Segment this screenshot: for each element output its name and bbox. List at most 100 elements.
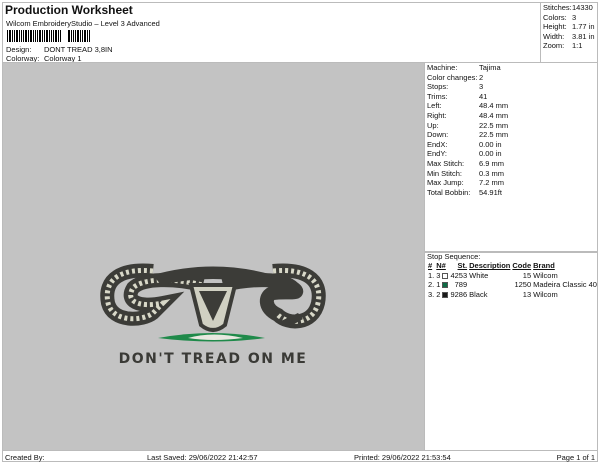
barcode-bar <box>21 30 22 42</box>
color-swatch <box>442 291 449 298</box>
stat-key: Colors: <box>543 12 567 22</box>
detail-value: 0.00 in <box>479 139 502 149</box>
stat-value: 14330 <box>572 3 593 12</box>
barcode-bar <box>46 30 48 42</box>
thread-brand: Wilcom <box>533 270 558 280</box>
detail-row: Right: 48.4 mm <box>425 111 598 121</box>
thread-code: 15 <box>522 270 532 280</box>
stat-key: Width: <box>543 31 565 41</box>
thread-brand: Madeira Classic 40 <box>533 280 597 290</box>
barcode-bar <box>23 30 24 42</box>
stop-index: 3. <box>428 289 435 299</box>
detail-value: 6.9 mm <box>479 158 505 168</box>
divider <box>424 252 598 253</box>
barcode-bar <box>30 30 32 42</box>
barcode-bar <box>75 30 76 42</box>
barcode-bar <box>39 30 41 42</box>
barcode-bar <box>7 30 8 42</box>
detail-key: Right: <box>427 110 447 120</box>
table-header: # N# St. Description Code Brand <box>427 261 598 271</box>
color-swatch <box>442 282 449 289</box>
barcode-bar <box>89 30 90 42</box>
barcode-bar <box>9 30 11 42</box>
detail-row: Max Jump: 7.2 mm <box>425 178 598 188</box>
software-name: Wilcom EmbroideryStudio – Level 3 Advanc… <box>6 19 160 28</box>
color-swatch-cell <box>441 280 449 290</box>
design-text: DON'T TREAD ON ME <box>119 351 308 367</box>
detail-key: Total Bobbin: <box>427 187 471 197</box>
barcode-bar <box>37 30 38 42</box>
thread-code: 13 <box>522 289 532 299</box>
stat-row: Zoom: 1:1 <box>541 41 598 51</box>
detail-value: 22.5 mm <box>479 130 509 140</box>
printed-date: Printed: 29/06/2022 21:53:54 <box>354 453 451 462</box>
stop-index: 1. <box>428 270 435 280</box>
color-swatch-cell <box>441 290 449 300</box>
detail-key: Max Jump: <box>427 178 464 188</box>
detail-row: Max Stitch: 6.9 mm <box>425 159 598 169</box>
detail-row: Down: 22.5 mm <box>425 130 598 140</box>
detail-value: Tajima <box>479 63 501 72</box>
barcode-bar <box>71 30 72 42</box>
detail-key: Up: <box>427 120 439 130</box>
detail-value: 0.00 in <box>479 149 502 159</box>
detail-key: Trims: <box>427 91 448 101</box>
details-panel: Machine: Tajima Color changes: 2 Stops: 3 Trim… <box>424 63 598 450</box>
detail-value: 48.4 mm <box>479 110 509 120</box>
design-row: Design: DONT TREAD 3,8IN <box>6 45 113 54</box>
detail-row: EndX: 0.00 in <box>425 140 598 150</box>
stop-index: 2. <box>428 280 435 290</box>
barcode-bar <box>87 30 88 42</box>
detail-row: Left: 48.4 mm <box>425 101 598 111</box>
detail-row: Min Stitch: 0.3 mm <box>425 169 598 179</box>
barcode-bar <box>55 30 57 42</box>
color-swatch-cell <box>441 271 449 281</box>
detail-key: Down: <box>427 130 449 140</box>
snake-uterus-artwork <box>100 263 326 342</box>
barcode-bar <box>51 30 52 42</box>
detail-key: Min Stitch: <box>427 168 463 178</box>
detail-key: EndY: <box>427 149 448 159</box>
barcode-bar <box>58 30 59 42</box>
barcode <box>7 30 142 42</box>
page-number: Page 1 of 1 <box>556 453 595 462</box>
barcode-bar <box>19 30 20 42</box>
table-row: 3. 2 9286 Black 13 Wilcom <box>427 290 598 300</box>
column-header: Code <box>512 261 532 271</box>
stat-key: Zoom: <box>543 41 565 50</box>
thread-description: White <box>469 270 489 280</box>
barcode-bar <box>68 30 70 42</box>
stat-row: Width: 3.81 in <box>541 32 598 42</box>
barcode-bar <box>14 30 15 42</box>
barcode-bar <box>73 30 74 42</box>
design-name: DONT TREAD 3,8IN <box>44 45 113 54</box>
detail-key: Machine: <box>427 63 458 72</box>
barcode-bar <box>42 30 43 42</box>
column-header: Description <box>469 261 511 271</box>
stop-sequence-table: # N# St. Description Code Brand 1. 3 4253 White 1… <box>427 261 598 299</box>
detail-value: 3 <box>479 82 484 92</box>
detail-row: Up: 22.5 mm <box>425 121 598 131</box>
worksheet-header: Production Worksheet Wilcom EmbroiderySt… <box>3 3 423 63</box>
barcode-bar <box>77 30 79 42</box>
thread-description: Black <box>469 289 488 299</box>
barcode-bar <box>33 30 34 42</box>
barcode-bar <box>16 30 18 42</box>
stat-value: 1:1 <box>572 41 583 50</box>
embroidery-design: DON'T TREAD ON ME <box>100 263 326 367</box>
detail-key: Stops: <box>427 82 449 92</box>
stat-row: Height: 1.77 in <box>541 22 598 32</box>
barcode-bar <box>53 30 54 42</box>
barcode-bar <box>49 30 50 42</box>
table-row: 2. 1 789 1250 Madeira Classic 40 <box>427 280 598 290</box>
detail-row: Color changes: 2 <box>425 73 598 83</box>
barcode-bar <box>84 30 86 42</box>
stat-value: 3.81 in <box>572 31 595 41</box>
created-by: Created By: <box>5 453 45 462</box>
stat-row: Colors: 3 <box>541 13 598 23</box>
barcode-bar <box>28 30 29 42</box>
barcode-bar <box>25 30 27 42</box>
detail-key: Max Stitch: <box>427 158 465 168</box>
barcode-bar <box>80 30 81 42</box>
design-preview: DON'T TREAD ON ME <box>3 63 424 450</box>
